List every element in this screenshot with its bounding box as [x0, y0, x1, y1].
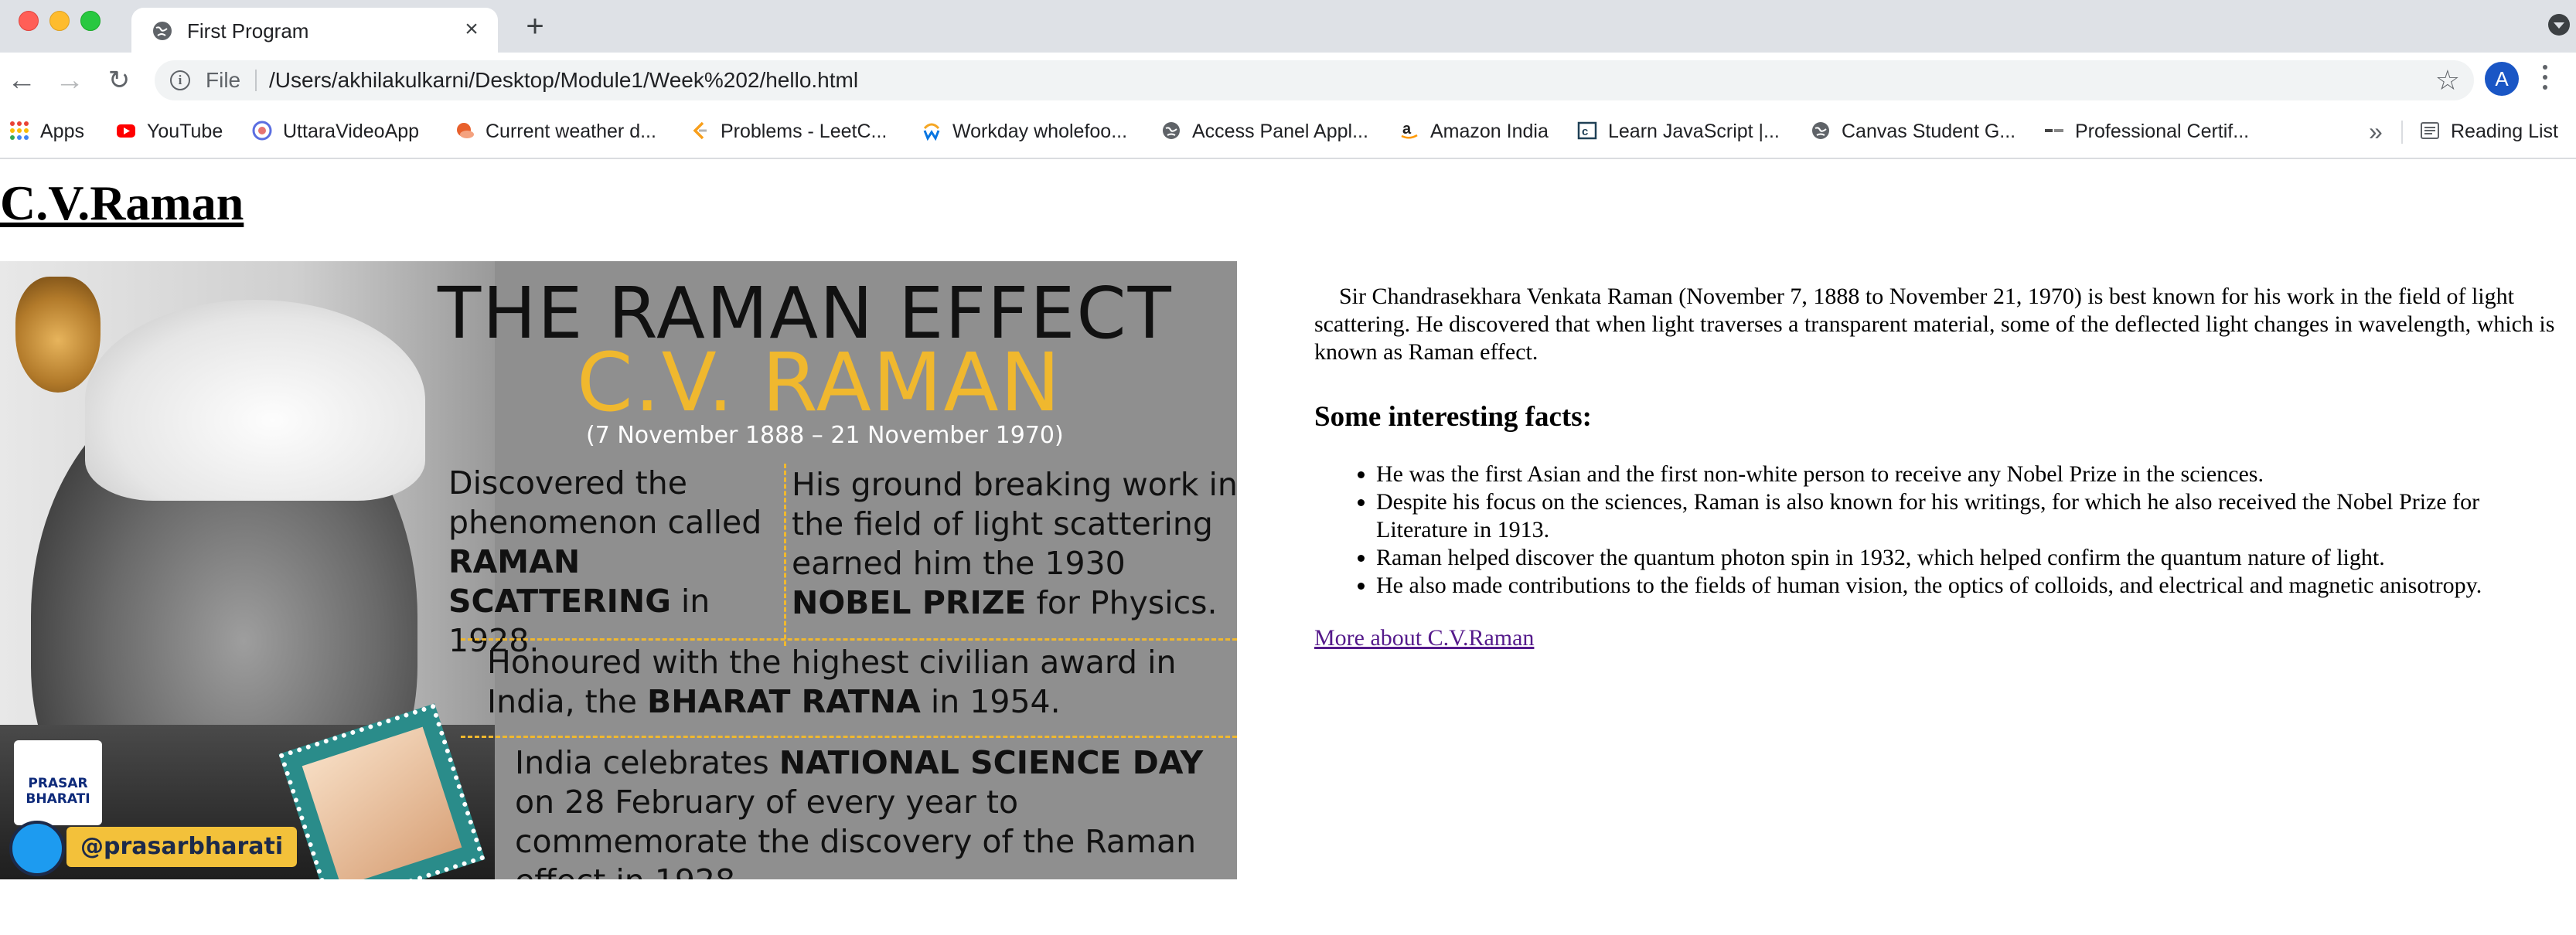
omnibox-divider: [255, 70, 257, 91]
bookmark-weather[interactable]: Current weather d...: [455, 117, 656, 145]
poster-divider: [461, 736, 1237, 738]
bookmarks-divider: [2401, 121, 2403, 144]
poster-fact-bharat-ratna: Honoured with the highest civilian award…: [487, 644, 1177, 720]
tab-strip: First Program × +: [0, 0, 2576, 53]
bookmark-star-icon[interactable]: ☆: [2435, 65, 2460, 96]
tab-title: First Program: [187, 19, 309, 42]
poster-dates: (7 November 1888 – 21 November 1970): [586, 422, 1064, 449]
info-icon[interactable]: i: [170, 70, 190, 90]
bookmark-label: YouTube: [147, 121, 223, 142]
minimize-window-button[interactable]: [49, 11, 70, 31]
list-item: Raman helped discover the quantum photon…: [1376, 544, 2567, 572]
twitter-icon: [9, 821, 65, 876]
weather-icon: [457, 123, 474, 139]
bookmark-leetcode[interactable]: Problems - LeetC...: [690, 117, 887, 145]
close-window-button[interactable]: [19, 11, 39, 31]
bookmark-youtube[interactable]: YouTube: [116, 117, 223, 145]
profile-avatar[interactable]: A: [2485, 62, 2519, 96]
leetcode-icon: [693, 122, 707, 140]
new-tab-button[interactable]: +: [518, 11, 552, 42]
list-item: Despite his focus on the sciences, Raman…: [1376, 488, 2567, 544]
tab-search-icon[interactable]: [2548, 14, 2570, 36]
tab-close-icon[interactable]: ×: [459, 17, 484, 42]
certificate-icon: [2045, 129, 2063, 133]
poster-fact-nobel: His ground breaking work in the field of…: [792, 466, 1237, 621]
raman-effect-poster: THE RAMAN EFFECT C.V. RAMAN (7 November …: [0, 261, 1237, 879]
reading-list-label: Reading List: [2451, 121, 2558, 142]
bookmark-label: Learn JavaScript |...: [1608, 121, 1780, 142]
bookmark-uttaravideoapp[interactable]: UttaraVideoApp: [252, 117, 419, 145]
article: Sir Chandrasekhara Venkata Raman (Novemb…: [1314, 283, 2567, 652]
back-arrow-icon[interactable]: ←: [5, 63, 39, 97]
bookmark-label: Apps: [40, 121, 84, 142]
globe-icon: [1163, 122, 1180, 140]
workday-icon: [923, 123, 940, 141]
reading-list-icon: [2421, 122, 2439, 140]
reload-icon[interactable]: ↻: [102, 63, 136, 97]
bookmark-canvas[interactable]: Canvas Student G...: [1811, 117, 2015, 145]
portrait-turban: [85, 300, 425, 501]
bookmark-label: Workday wholefoo...: [952, 121, 1128, 142]
bio-paragraph: Sir Chandrasekhara Venkata Raman (Novemb…: [1314, 284, 2555, 365]
globe-icon: [1812, 122, 1829, 140]
url-text[interactable]: /Users/akhilakulkarni/Desktop/Module1/We…: [269, 68, 858, 93]
address-bar[interactable]: i File /Users/akhilakulkarni/Desktop/Mod…: [155, 60, 2474, 100]
bookmark-learn-javascript[interactable]: c Learn JavaScript |...: [1577, 117, 1780, 145]
bharat-ratna-medal-icon: [15, 277, 101, 393]
bookmark-workday[interactable]: Workday wholefoo...: [922, 117, 1127, 145]
reading-list-button[interactable]: Reading List: [2420, 117, 2558, 145]
bookmark-label: Amazon India: [1430, 121, 1549, 142]
youtube-icon: [117, 124, 135, 138]
bookmark-label: Canvas Student G...: [1842, 121, 2016, 142]
scheme-label: File: [206, 68, 241, 92]
globe-icon: [252, 121, 272, 141]
list-item: He was the first Asian and the first non…: [1376, 461, 2567, 488]
amazon-icon: a: [1401, 121, 1418, 139]
poster-divider: [461, 638, 1237, 641]
bookmark-label: Problems - LeetC...: [721, 121, 888, 142]
browser-tab[interactable]: First Program ×: [131, 8, 498, 53]
more-bookmarks-icon[interactable]: »: [2369, 117, 2383, 145]
facts-heading: Some interesting facts:: [1314, 401, 1592, 433]
globe-icon: [153, 22, 172, 40]
bookmark-label: Current weather d...: [486, 121, 656, 142]
twitter-handle: @prasarbharati: [66, 827, 298, 867]
poster-fact-science-day: India celebrates NATIONAL SCIENCE DAY on…: [515, 744, 1204, 879]
browser-toolbar: ← → ↻ i File /Users/akhilakulkarni/Deskt…: [0, 53, 2576, 107]
bookmark-amazon[interactable]: a Amazon India: [1399, 117, 1549, 145]
poster-divider: [784, 464, 786, 646]
poster-name: C.V. RAMAN: [577, 335, 1062, 430]
svg-text:c: c: [1582, 125, 1588, 138]
codecademy-icon: c: [1577, 122, 1597, 140]
bookmark-apps[interactable]: Apps: [9, 117, 84, 145]
bookmark-label: Professional Certif...: [2075, 121, 2250, 142]
more-about-link[interactable]: More about C.V.Raman: [1314, 624, 1534, 652]
maximize-window-button[interactable]: [80, 11, 101, 31]
bookmark-label: UttaraVideoApp: [283, 121, 420, 142]
prasar-bharati-logo: PRASAR BHARATI: [14, 740, 102, 825]
poster-fact-scattering: Discovered the phenomenon called RAMAN S…: [448, 464, 762, 659]
bookmark-professional-certificate[interactable]: Professional Certif...: [2044, 117, 2249, 145]
forward-arrow-icon[interactable]: →: [53, 63, 87, 97]
facts-list: He was the first Asian and the first non…: [1314, 461, 2567, 600]
more-options-icon[interactable]: [2540, 65, 2550, 96]
page-content: C.V.Raman THE RAMAN EFFECT C.V. RAMAN (7…: [0, 159, 2576, 935]
list-item: He also made contributions to the fields…: [1376, 572, 2567, 600]
page-title: C.V.Raman: [0, 175, 244, 230]
apps-grid-icon: [10, 121, 29, 141]
bookmark-label: Access Panel Appl...: [1192, 121, 1368, 142]
svg-text:a: a: [1402, 121, 1412, 138]
bookmark-access-panel[interactable]: Access Panel Appl...: [1161, 117, 1368, 145]
bookmarks-bar: Apps YouTube UttaraVideoApp Current weat…: [0, 107, 2576, 159]
